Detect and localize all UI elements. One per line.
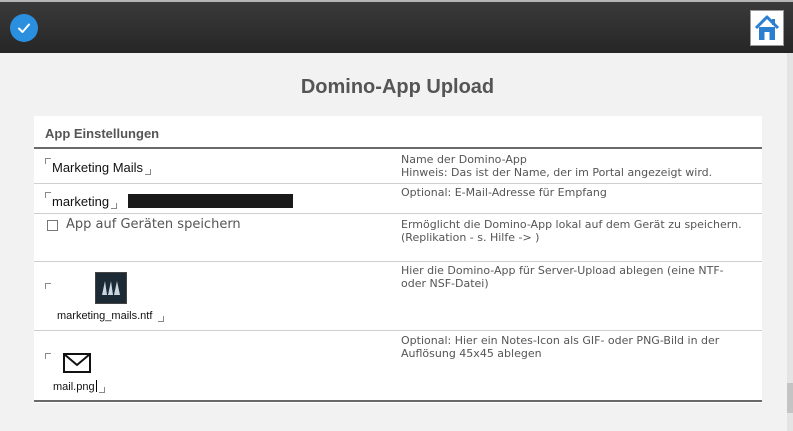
confirm-button[interactable] bbox=[10, 14, 38, 42]
page-title: Domino-App Upload bbox=[300, 76, 495, 98]
top-toolbar bbox=[0, 0, 793, 53]
description-line: Optional: Hier ein Notes-Icon als GIF- o… bbox=[401, 334, 720, 347]
vertical-scrollbar[interactable] bbox=[787, 53, 793, 431]
field-corner-mark bbox=[45, 158, 51, 164]
email-description: Optional: E-Mail-Adresse für Empfang bbox=[401, 186, 761, 200]
store-on-devices-checkbox[interactable] bbox=[47, 220, 58, 231]
redacted-block bbox=[128, 194, 293, 208]
field-resize-mark bbox=[111, 203, 118, 209]
app-name-field[interactable]: Marketing Mails bbox=[52, 160, 152, 175]
email-field[interactable]: marketing bbox=[52, 194, 118, 209]
divider bbox=[34, 147, 762, 149]
domino-app-icon bbox=[95, 272, 127, 304]
divider bbox=[34, 261, 762, 262]
dropzone-resize-mark bbox=[158, 316, 165, 322]
text-cursor bbox=[95, 380, 97, 392]
description-hint: Hinweis: Das ist der Name, der im Portal… bbox=[401, 165, 713, 179]
store-on-devices-description: Ermöglicht die Domino-App lokal auf dem … bbox=[401, 218, 761, 244]
icon-file-name: mail.png bbox=[53, 381, 95, 393]
app-name-description: Name der Domino-App Hinweis: Das ist der… bbox=[401, 153, 761, 179]
envelope-icon bbox=[63, 353, 91, 373]
ntf-dropzone[interactable]: marketing_mails.ntf bbox=[57, 310, 165, 322]
description-line: Optional: E-Mail-Adresse für Empfang bbox=[401, 186, 607, 199]
divider bbox=[34, 400, 762, 402]
home-icon bbox=[754, 15, 780, 40]
app-name-value: Marketing Mails bbox=[52, 160, 144, 175]
description-line: Hier die Domino-App für Server-Upload ab… bbox=[401, 264, 724, 277]
description-line: Auflösung 45x45 ablegen bbox=[401, 346, 542, 360]
ntf-description: Hier die Domino-App für Server-Upload ab… bbox=[401, 264, 761, 290]
panel-heading: App Einstellungen bbox=[45, 126, 160, 141]
email-value: marketing bbox=[52, 194, 110, 209]
divider bbox=[34, 213, 762, 214]
field-corner-mark bbox=[45, 192, 51, 198]
divider bbox=[34, 330, 762, 331]
ntf-file-name: marketing_mails.ntf bbox=[57, 310, 153, 322]
description-line: oder NSF-Datei) bbox=[401, 276, 489, 290]
dropzone-resize-mark bbox=[98, 387, 105, 393]
icon-dropzone[interactable]: mail.png bbox=[53, 380, 105, 393]
checkmark-icon bbox=[18, 23, 30, 33]
description-line: Name der Domino-App bbox=[401, 153, 527, 166]
icon-description: Optional: Hier ein Notes-Icon als GIF- o… bbox=[401, 334, 761, 360]
divider bbox=[34, 183, 762, 184]
description-line: Ermöglicht die Domino-App lokal auf dem … bbox=[401, 218, 742, 231]
app-settings-panel: App Einstellungen Marketing Mails Name d… bbox=[34, 116, 762, 403]
field-resize-mark bbox=[145, 169, 152, 175]
home-button[interactable] bbox=[750, 10, 784, 46]
scrollbar-thumb[interactable] bbox=[787, 383, 793, 413]
dropzone-corner-mark bbox=[45, 353, 51, 359]
description-help: (Replikation - s. Hilfe -> ) bbox=[401, 230, 540, 244]
store-on-devices-label[interactable]: App auf Geräten speichern bbox=[66, 217, 241, 232]
dropzone-corner-mark bbox=[45, 283, 51, 289]
